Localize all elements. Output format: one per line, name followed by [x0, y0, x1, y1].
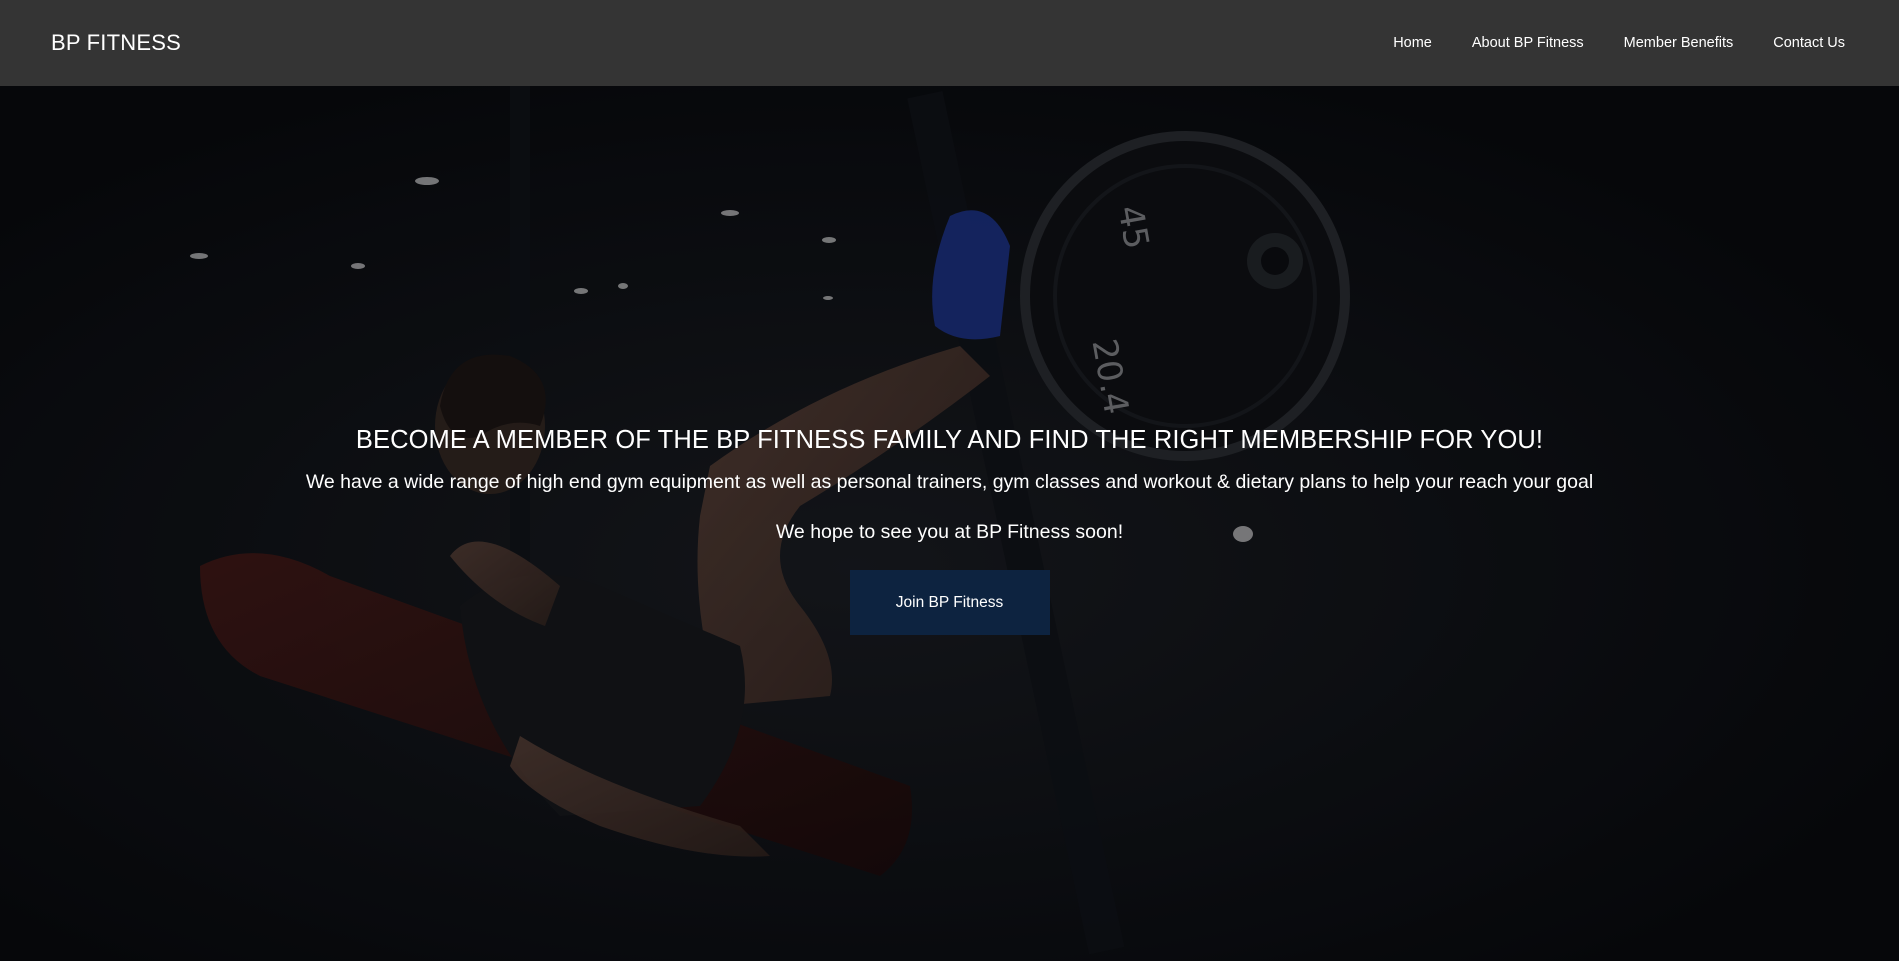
- nav-link-contact[interactable]: Contact Us: [1773, 35, 1845, 51]
- nav-link-home[interactable]: Home: [1393, 35, 1432, 51]
- hero-section: 45 20.4 BECOME A MEMBER OF THE BP FITNES…: [0, 86, 1899, 961]
- nav-link-about[interactable]: About BP Fitness: [1472, 35, 1584, 51]
- nav-link-member-benefits[interactable]: Member Benefits: [1624, 35, 1734, 51]
- hero-tagline: We hope to see you at BP Fitness soon!: [775, 521, 1124, 543]
- hero-description: We have a wide range of high end gym equ…: [305, 471, 1594, 493]
- join-button[interactable]: Join BP Fitness: [849, 570, 1050, 635]
- brand-logo[interactable]: BP FITNESS: [51, 30, 181, 56]
- navbar: BP FITNESS Home About BP Fitness Member …: [0, 0, 1899, 86]
- nav-links: Home About BP Fitness Member Benefits Co…: [1393, 35, 1845, 51]
- hero-heading: BECOME A MEMBER OF THE BP FITNESS FAMILY…: [355, 426, 1544, 454]
- hero-content: BECOME A MEMBER OF THE BP FITNESS FAMILY…: [0, 426, 1899, 635]
